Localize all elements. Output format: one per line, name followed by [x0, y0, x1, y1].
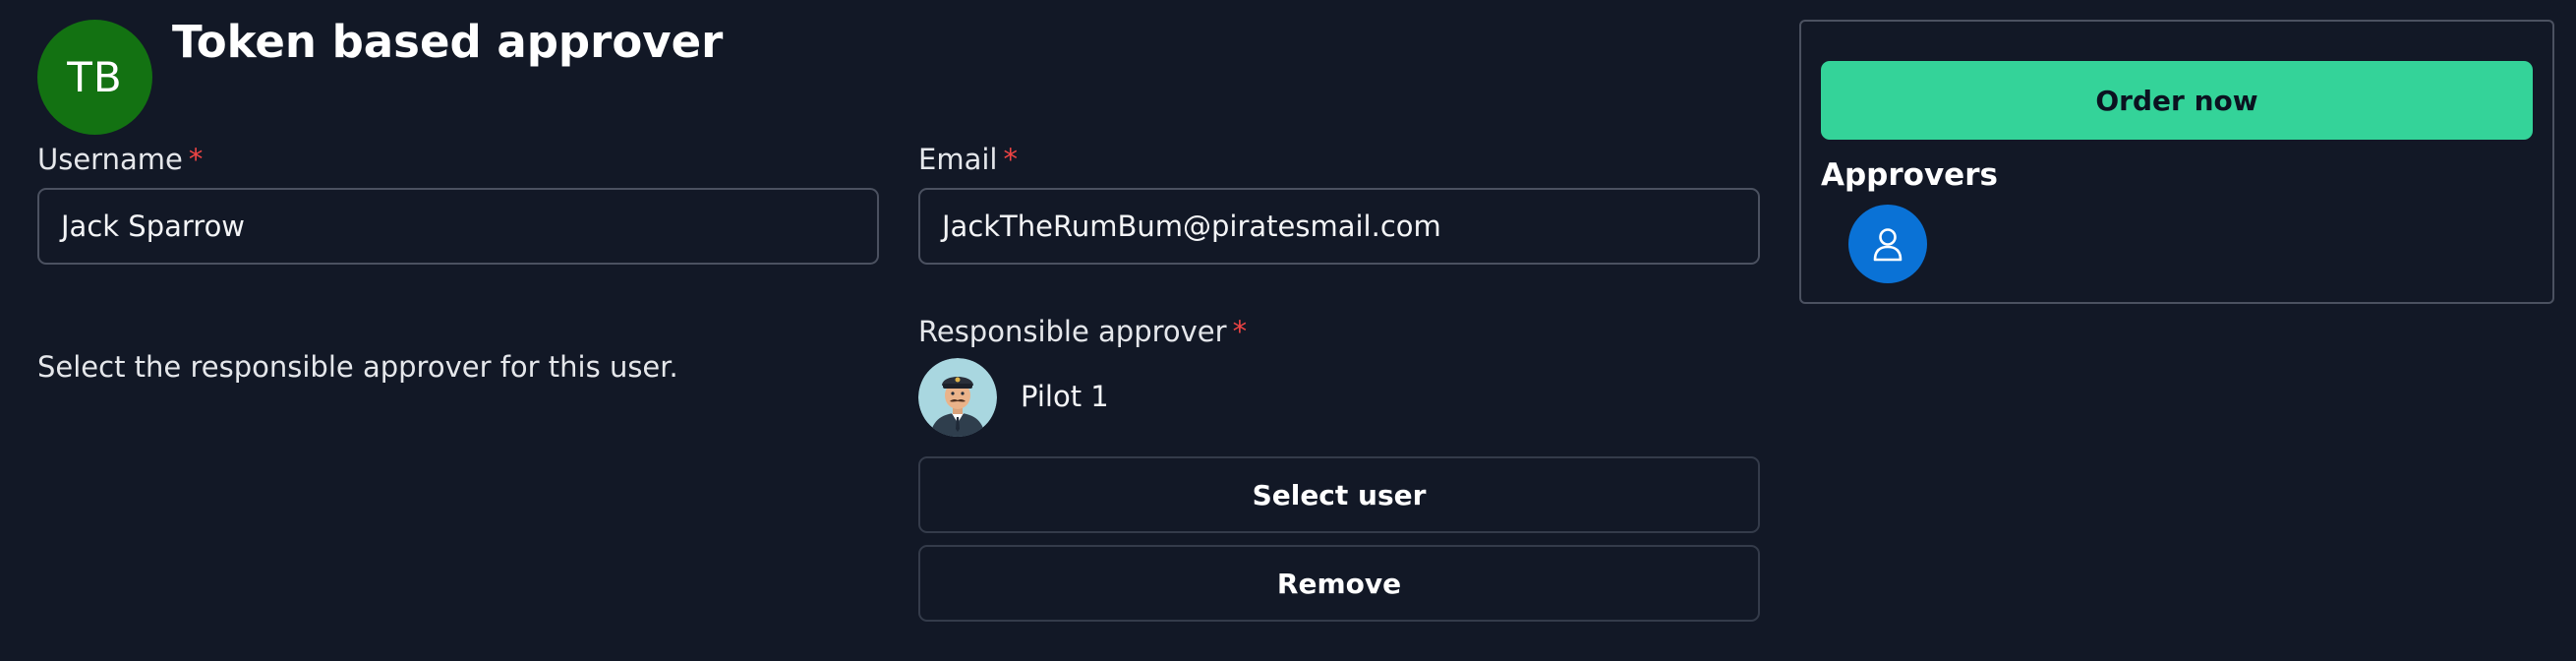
- email-label-text: Email: [918, 143, 998, 176]
- email-input[interactable]: JackTheRumBum@piratesmail.com: [918, 188, 1760, 265]
- select-user-button[interactable]: Select user: [918, 456, 1760, 533]
- username-label-text: Username: [37, 143, 183, 176]
- approvers-heading: Approvers: [1821, 157, 1998, 193]
- responsible-approver-label: Responsible approver *: [918, 315, 1247, 348]
- email-value: JackTheRumBum@piratesmail.com: [942, 210, 1441, 243]
- approver-avatar[interactable]: [1848, 205, 1927, 283]
- pilot-avatar-icon: [918, 358, 997, 437]
- pilot-avatar: [918, 358, 997, 437]
- user-icon: [1873, 228, 1903, 262]
- approver-help-text: Select the responsible approver for this…: [37, 350, 678, 384]
- username-input[interactable]: Jack Sparrow: [37, 188, 879, 265]
- email-label: Email *: [918, 143, 1018, 176]
- username-label: Username *: [37, 143, 203, 176]
- remove-button[interactable]: Remove: [918, 545, 1760, 622]
- required-marker: *: [188, 143, 204, 176]
- avatar-initials: TB: [67, 53, 123, 101]
- responsible-approver-label-text: Responsible approver: [918, 315, 1227, 348]
- page-title: Token based approver: [172, 16, 724, 68]
- username-value: Jack Sparrow: [61, 210, 246, 243]
- order-now-button[interactable]: Order now: [1821, 61, 2533, 140]
- page: TB Token based approver Username * Jack S…: [0, 0, 2576, 661]
- form-avatar: TB: [37, 20, 152, 135]
- selected-approver-name: Pilot 1: [1021, 380, 1109, 413]
- required-marker: *: [1232, 315, 1248, 348]
- required-marker: *: [1003, 143, 1018, 176]
